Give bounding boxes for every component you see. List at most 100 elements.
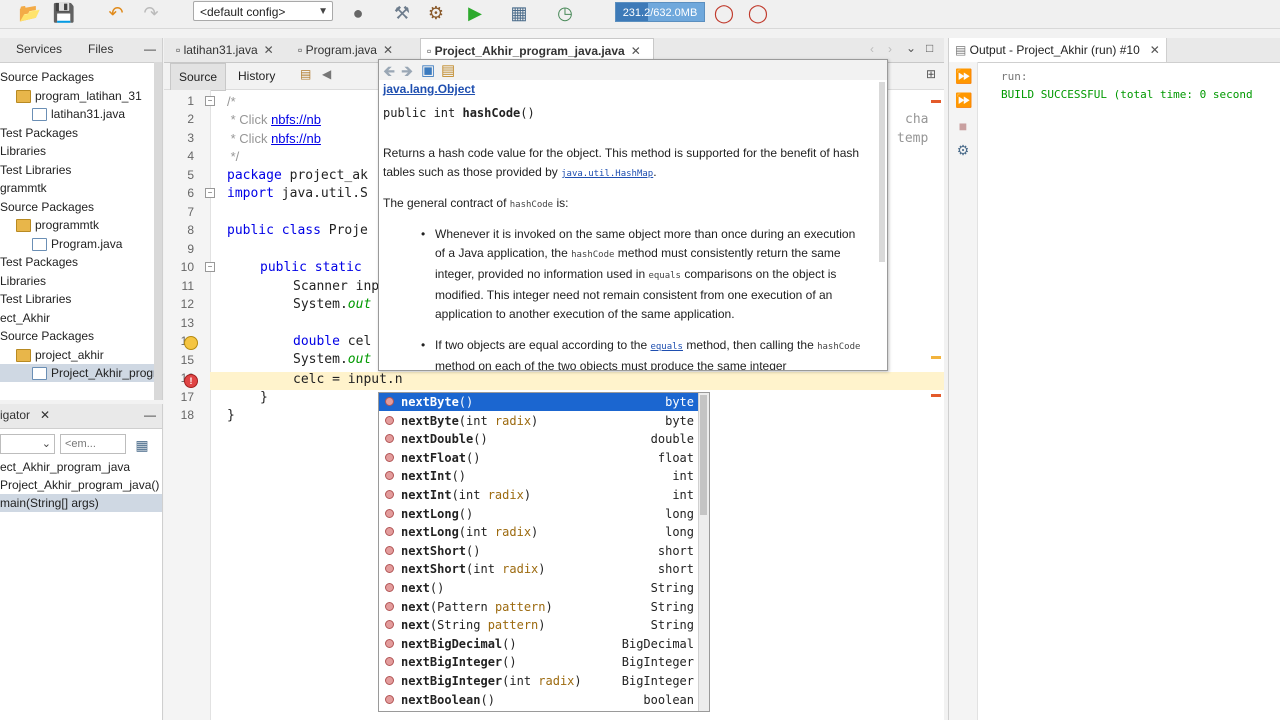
completion-item[interactable]: next(Pattern pattern) String	[379, 598, 698, 616]
navigator-title[interactable]: igator	[0, 408, 30, 422]
split-icon[interactable]: ⊞	[926, 67, 936, 81]
tree-item[interactable]: project_akhir	[0, 346, 154, 364]
javadoc-class-link[interactable]: java.lang.Object	[383, 82, 475, 96]
hashmap-link[interactable]: java.util.HashMap	[561, 169, 653, 179]
close-icon[interactable]: ✕	[40, 408, 50, 422]
completion-item[interactable]: nextBigInteger() BigInteger	[379, 653, 698, 671]
fold-toggle[interactable]: −	[205, 262, 215, 272]
chevron-left-icon[interactable]: ‹	[870, 42, 874, 56]
completion-item[interactable]: nextInt() int	[379, 467, 698, 485]
tree-item[interactable]: Program.java	[0, 235, 154, 253]
completion-item[interactable]: nextBoolean() boolean	[379, 691, 698, 709]
tree-item[interactable]: programmtk	[0, 216, 154, 234]
build-hammer-icon[interactable]: ⚒	[390, 2, 414, 24]
tree-item[interactable]: ect_Akhir	[0, 309, 154, 327]
completion-item[interactable]: nextByte(int radix) byte	[379, 412, 698, 430]
completion-item[interactable]: nextShort() short	[379, 542, 698, 560]
tab-history[interactable]: History	[230, 63, 283, 89]
tree-item[interactable]: Source Packages	[0, 198, 154, 216]
rerun-with-params-icon[interactable]: ⏩	[955, 92, 972, 108]
close-icon[interactable]: ✕	[1150, 43, 1160, 57]
chevron-down-icon[interactable]: ⌄	[906, 41, 916, 55]
open-browser-icon[interactable]: ▤	[441, 61, 455, 79]
completion-item[interactable]: nextFloat() float	[379, 449, 698, 467]
undo-icon[interactable]: ↶	[104, 2, 128, 24]
completion-item[interactable]: nextByte() byte	[379, 393, 698, 411]
fold-toggle[interactable]: −	[205, 188, 215, 198]
tree-item[interactable]: Source Packages	[0, 327, 154, 345]
completion-item[interactable]: nextLong() long	[379, 505, 698, 523]
completion-item[interactable]: nextBigDecimal() BigDecimal	[379, 635, 698, 653]
tab-source[interactable]: Source	[170, 63, 227, 91]
chevron-right-icon[interactable]: ›	[888, 42, 892, 56]
completion-item[interactable]: nextBigInteger(int radix) BigInteger	[379, 672, 698, 690]
tree-item[interactable]: Test Packages	[0, 253, 154, 271]
profile-ide-icon[interactable]: ◯	[746, 2, 770, 24]
code-link[interactable]: nbfs://nb	[271, 112, 321, 127]
error-icon[interactable]: !	[184, 374, 198, 388]
navigator-item[interactable]: main(String[] args)	[0, 494, 162, 512]
filter-icon[interactable]: ▦	[130, 434, 154, 456]
completion-item[interactable]: nextLong(int radix) long	[379, 523, 698, 541]
scrollbar-thumb[interactable]	[700, 395, 707, 515]
error-stripe-mark[interactable]	[931, 100, 941, 103]
fold-toggle[interactable]: −	[205, 96, 215, 106]
tree-item[interactable]: Source Packages	[0, 68, 154, 86]
back-icon[interactable]: ◀	[322, 67, 331, 81]
run-icon[interactable]: ▶	[463, 2, 487, 24]
warning-hint-icon[interactable]	[184, 336, 198, 350]
javadoc-scrollbar[interactable]	[879, 82, 885, 262]
history-icon[interactable]: ▤	[300, 67, 311, 81]
error-stripe-mark[interactable]	[931, 394, 941, 397]
tree-scrollbar[interactable]	[154, 62, 162, 400]
config-select[interactable]: <default config> ▼	[193, 1, 333, 21]
tree-item[interactable]: Test Libraries	[0, 290, 154, 308]
tab-latihan31[interactable]: ▫ latihan31.java ✕	[170, 38, 290, 62]
minimize-icon[interactable]: —	[144, 408, 156, 422]
completion-item[interactable]: nextInt(int radix) int	[379, 486, 698, 504]
settings-icon[interactable]: ⚙	[955, 142, 971, 158]
completion-item[interactable]: next(String pattern) String	[379, 616, 698, 634]
warning-stripe-mark[interactable]	[931, 356, 941, 359]
method-icon	[385, 527, 394, 537]
signature-prefix: public int	[383, 106, 463, 120]
tree-item[interactable]: grammtk	[0, 179, 154, 197]
tree-item[interactable]: program_latihan_31	[0, 87, 154, 105]
code-link[interactable]: nbfs://nb	[271, 131, 321, 146]
navigator-filter-combo[interactable]: <em...	[60, 434, 126, 454]
close-icon[interactable]: ✕	[383, 43, 393, 57]
tree-item[interactable]: Project_Akhir_program	[0, 364, 154, 382]
close-icon[interactable]: ✕	[264, 43, 274, 57]
close-icon[interactable]: ✕	[631, 44, 641, 58]
tree-item[interactable]: Libraries	[0, 142, 154, 160]
tree-item[interactable]: Test Libraries	[0, 161, 154, 179]
save-all-icon[interactable]: 💾	[52, 2, 76, 24]
open-project-icon[interactable]: 📂	[18, 2, 42, 24]
profile-icon[interactable]: ◷	[553, 2, 577, 24]
tree-item[interactable]: latihan31.java	[0, 105, 154, 123]
tab-files[interactable]: Files	[88, 42, 113, 56]
rerun-icon[interactable]: ⏩	[955, 68, 972, 84]
tab-output[interactable]: ▤ Output - Project_Akhir (run) #10 ✕	[949, 38, 1167, 62]
gc-icon[interactable]: ◯	[712, 2, 736, 24]
tab-services[interactable]: Services	[16, 42, 62, 56]
completion-scrollbar[interactable]	[698, 393, 709, 711]
equals-link[interactable]: equals	[650, 342, 683, 352]
memory-usage-bar[interactable]: 231.2/632.0MB	[615, 2, 705, 22]
stop-icon[interactable]: ■	[955, 118, 971, 134]
clean-build-icon[interactable]: ⚙	[424, 2, 448, 24]
navigator-item[interactable]: Project_Akhir_program_java()	[0, 476, 159, 494]
completion-item[interactable]: nextShort(int radix) short	[379, 560, 698, 578]
completion-item[interactable]: nextDouble() double	[379, 430, 698, 448]
minimize-icon[interactable]: —	[144, 42, 156, 56]
navigator-item[interactable]: ect_Akhir_program_java	[0, 458, 130, 476]
redo-icon[interactable]: ↷	[139, 2, 163, 24]
globe-icon[interactable]: ●	[346, 2, 370, 24]
tree-item[interactable]: Test Packages	[0, 124, 154, 142]
maximize-icon[interactable]: □	[926, 41, 933, 55]
completion-item[interactable]: next() String	[379, 579, 698, 597]
debug-icon[interactable]: ▦	[507, 2, 531, 24]
tree-item[interactable]: Libraries	[0, 272, 154, 290]
show-source-icon[interactable]: ▣	[421, 61, 435, 79]
navigator-view-combo[interactable]: ⌄	[0, 434, 55, 454]
